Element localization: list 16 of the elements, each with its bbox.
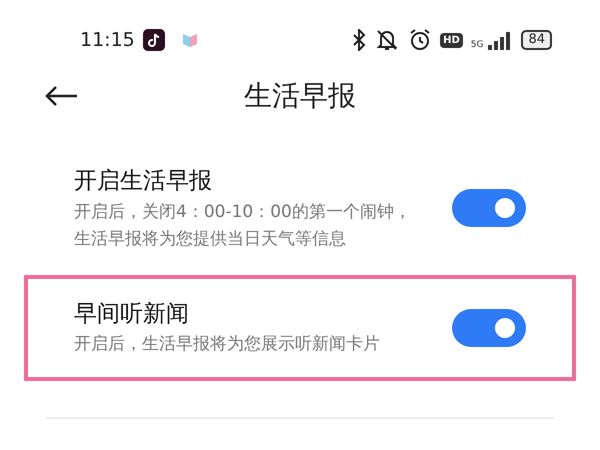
book-icon <box>180 31 199 49</box>
bluetooth-icon <box>352 29 366 51</box>
toggle-switch[interactable] <box>452 308 526 347</box>
network-label: 5G <box>470 41 484 50</box>
clock-time: 11:15 <box>80 28 135 53</box>
setting-title: 早间听新闻 <box>74 300 190 329</box>
page-title: 生活早报 <box>244 78 356 114</box>
back-arrow-icon[interactable] <box>44 85 78 107</box>
alarm-clock-icon <box>408 28 432 52</box>
hd-indicator: HD <box>440 32 463 48</box>
setting-description: 开启后，关闭4：00-10：00的第一个闹钟，生活早报将为您提供当日天气等信息 <box>74 200 412 251</box>
setting-title: 开启生活早报 <box>74 167 213 196</box>
music-note-icon <box>142 29 165 51</box>
toggle-switch[interactable] <box>452 189 526 228</box>
setting-description: 开启后，生活早报将为您展示听新闻卡片 <box>74 333 380 356</box>
battery-level: 84 <box>521 30 552 50</box>
